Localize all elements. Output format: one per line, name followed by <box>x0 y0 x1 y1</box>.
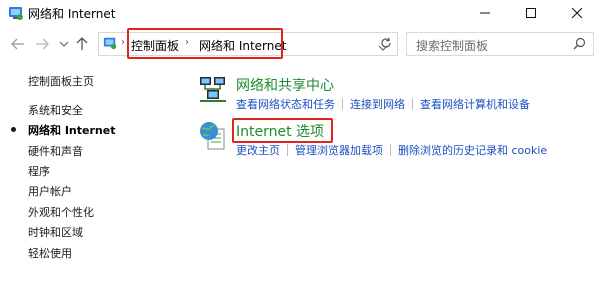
link-divider <box>287 144 288 156</box>
sidebar-item-ease-of-access[interactable]: 轻松使用 <box>28 245 72 261</box>
search-placeholder: 搜索控制面板 <box>416 39 489 53</box>
maximize-button[interactable] <box>508 0 554 26</box>
up-arrow-icon[interactable] <box>74 36 90 52</box>
sidebar-item-hardware-sound[interactable]: 硬件和声音 <box>28 143 83 159</box>
link-divider <box>342 98 343 110</box>
back-arrow-icon[interactable] <box>10 36 26 52</box>
view-network-computers-link[interactable]: 查看网络计算机和设备 <box>420 96 530 112</box>
view-network-status-link[interactable]: 查看网络状态和任务 <box>236 96 335 112</box>
control-panel-icon <box>8 5 24 24</box>
link-divider <box>412 98 413 110</box>
breadcrumb-control-panel[interactable]: 控制面板 <box>131 37 179 54</box>
link-divider <box>390 144 391 156</box>
breadcrumb-separator-icon: › <box>185 37 189 48</box>
sidebar-item-appearance[interactable]: 外观和个性化 <box>28 204 94 220</box>
sidebar-item-programs[interactable]: 程序 <box>28 163 50 179</box>
search-box[interactable]: 搜索控制面板 <box>406 32 594 56</box>
manage-addons-link[interactable]: 管理浏览器加载项 <box>295 142 383 158</box>
internet-options-title[interactable]: Internet 选项 <box>236 121 324 141</box>
refresh-icon[interactable] <box>380 37 392 52</box>
forward-arrow-icon[interactable] <box>34 36 50 52</box>
sidebar-item-clock-region[interactable]: 时钟和区域 <box>28 224 83 240</box>
sidebar-item-system-security[interactable]: 系统和安全 <box>28 102 83 118</box>
internet-options-icon <box>198 120 228 155</box>
connect-to-network-link[interactable]: 连接到网络 <box>350 96 405 112</box>
breadcrumb-separator-icon: › <box>121 37 125 48</box>
window-title: 网络和 Internet <box>28 7 116 21</box>
network-sharing-links: 查看网络状态和任务 连接到网络 查看网络计算机和设备 <box>236 96 530 112</box>
sidebar-item-user-accounts[interactable]: 用户帐户 <box>28 183 72 199</box>
control-panel-icon <box>103 36 117 53</box>
sidebar-item-network-internet: 网络和 Internet <box>28 124 116 137</box>
change-homepage-link[interactable]: 更改主页 <box>236 142 280 158</box>
navigation-bar: › 控制面板 › 网络和 Internet 搜索控制面板 <box>0 28 600 60</box>
minimize-button[interactable] <box>462 0 508 26</box>
address-bar[interactable]: › 控制面板 › 网络和 Internet <box>98 32 398 56</box>
current-page-bullet <box>11 127 16 132</box>
network-sharing-icon <box>198 74 228 107</box>
network-sharing-title[interactable]: 网络和共享中心 <box>236 75 334 95</box>
recent-locations-chevron-icon[interactable] <box>56 36 72 52</box>
breadcrumb-network-internet[interactable]: 网络和 Internet <box>199 37 286 54</box>
internet-options-links: 更改主页 管理浏览器加载项 删除浏览的历史记录和 cookie <box>236 142 547 158</box>
search-icon[interactable] <box>573 37 586 53</box>
title-bar: 网络和 Internet <box>0 0 600 26</box>
close-button[interactable] <box>554 0 600 26</box>
delete-history-link[interactable]: 删除浏览的历史记录和 cookie <box>398 142 547 158</box>
sidebar-item-home[interactable]: 控制面板主页 <box>28 73 94 89</box>
